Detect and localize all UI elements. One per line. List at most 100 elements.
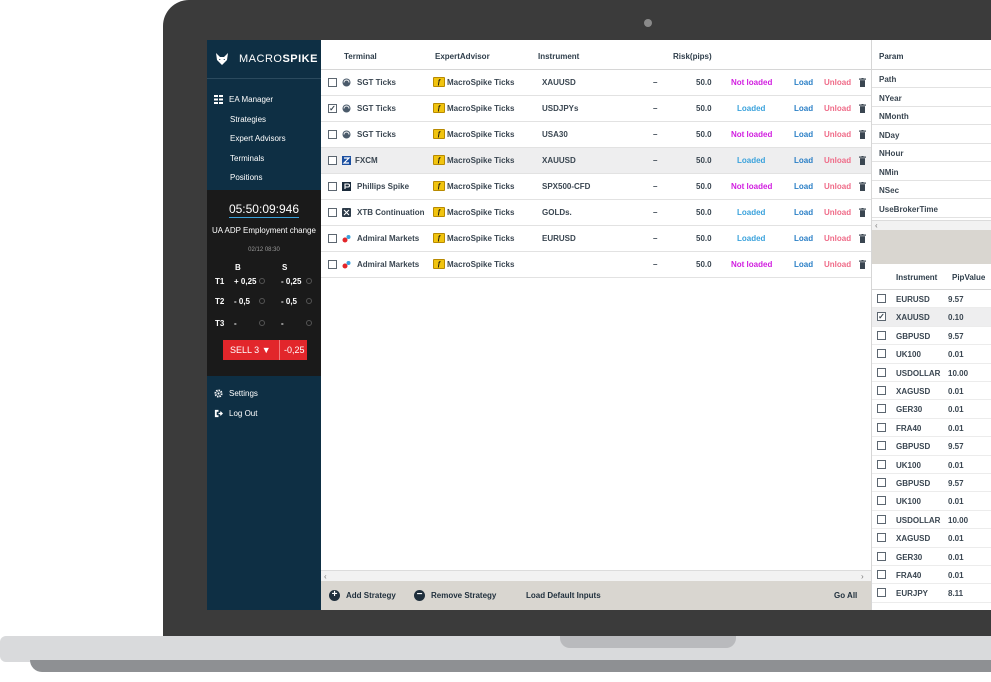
instrument-row: EURJPY 8.11 [872,584,991,603]
event-date: 02/12 08:30 [248,247,280,253]
nav-positions[interactable]: Positions [214,168,286,188]
instrument-name: XAUUSD [542,156,576,165]
terminal-name: SGT Ticks [357,130,396,139]
unload-button[interactable]: Unload [824,234,851,243]
trade-panel: 05:50:09:946 UA ADP Employment change 02… [207,190,321,376]
param-row[interactable]: Path [872,70,991,88]
unload-button[interactable]: Unload [824,104,851,113]
load-default-inputs-button[interactable]: Load Default Inputs [526,591,601,600]
load-button[interactable]: Load [794,78,813,87]
plus-circle-icon[interactable]: + [329,590,340,601]
main-nav: EA Manager Strategies Expert Advisors Te… [214,90,286,188]
radio-sell-t1[interactable] [306,278,312,284]
countdown-clock: 05:50:09:946 [228,202,300,218]
param-row[interactable]: NHour [872,144,991,162]
go-all-button[interactable]: Go All [834,591,857,600]
trash-icon[interactable] [859,104,866,113]
col-terminal: Terminal [344,52,377,61]
trash-icon[interactable] [859,234,866,243]
instrument-checkbox[interactable] [877,386,886,395]
param-row[interactable]: NSec [872,181,991,199]
instrument-checkbox[interactable] [877,349,886,359]
load-button[interactable]: Load [794,234,813,243]
instrument-checkbox[interactable] [877,551,886,561]
nav-ea-manager[interactable]: EA Manager [214,90,286,110]
instrument-checkbox[interactable] [877,496,886,506]
instrument-checkbox[interactable] [877,533,886,543]
remove-strategy-button[interactable]: Remove Strategy [431,591,496,600]
instrument-checkbox[interactable] [877,588,886,598]
load-button[interactable]: Load [794,130,813,139]
instrument-checkbox[interactable] [877,367,886,377]
instrument-checkbox[interactable] [877,570,886,579]
radio-sell-t2[interactable] [306,298,312,304]
instrument-checkbox[interactable]: ✓ [877,312,886,322]
trash-icon[interactable] [859,260,866,269]
load-button[interactable]: Load [794,260,813,269]
param-row[interactable]: UseBrokerTime [872,200,991,218]
param-row[interactable]: NMonth [872,107,991,125]
pip-value: 0.01 [948,405,964,415]
instrument-checkbox[interactable] [877,422,886,432]
nav-settings[interactable]: Settings [214,384,258,404]
strategies-table: Terminal ExpertAdvisor Instrument Risk(p… [321,40,871,610]
sell-button[interactable]: SELL 3 ▼ -0,25 [223,340,307,360]
instrument-checkbox[interactable] [877,514,886,524]
unload-button[interactable]: Unload [824,130,851,139]
row-checkbox[interactable] [328,260,337,269]
add-strategy-button[interactable]: Add Strategy [346,591,396,600]
function-icon: f [433,207,445,217]
row-checkbox[interactable] [328,182,337,191]
radio-buy-t1[interactable] [259,278,265,284]
param-scrollbar[interactable]: ‹ [872,220,991,230]
trash-icon[interactable] [859,78,866,87]
minus-circle-icon[interactable]: − [414,590,425,601]
nav-logout[interactable]: Log Out [214,404,258,424]
risk-value: 50.0 [696,208,712,217]
scroll-right-icon: › [861,572,864,581]
scroll-left-icon: ‹ [875,221,878,230]
instrument-name: UK100 [896,497,921,507]
load-button[interactable]: Load [794,182,813,191]
param-row[interactable]: NDay [872,126,991,144]
row-checkbox[interactable] [328,78,337,87]
pip-value: 0.10 [948,313,964,323]
nav-terminals[interactable]: Terminals [214,149,286,169]
trash-icon[interactable] [859,182,866,191]
unload-button[interactable]: Unload [824,156,851,165]
load-button[interactable]: Load [794,104,813,113]
instrument-checkbox[interactable] [877,441,886,451]
instrument-row: GER30 0.01 [872,548,991,566]
nav-expert-advisors[interactable]: Expert Advisors [214,129,286,149]
unload-button[interactable]: Unload [824,182,851,191]
horizontal-scrollbar[interactable]: ‹ › [321,570,871,581]
radio-sell-t3[interactable] [306,320,312,326]
trash-icon[interactable] [859,156,866,165]
radio-buy-t2[interactable] [259,298,265,304]
row-checkbox[interactable]: ✓ [328,104,337,113]
instrument-row: GBPUSD 9.57 [872,327,991,346]
load-button[interactable]: Load [794,208,813,217]
row-checkbox[interactable] [328,208,337,217]
trash-icon[interactable] [859,130,866,139]
instrument-checkbox[interactable] [877,294,886,303]
table-header: Terminal ExpertAdvisor Instrument Risk(p… [321,40,871,70]
trash-icon[interactable] [859,208,866,217]
unload-button[interactable]: Unload [824,78,851,87]
row-checkbox[interactable] [328,234,337,243]
instrument-checkbox[interactable] [877,459,886,469]
status-label: Not loaded [731,182,773,191]
instrument-checkbox[interactable] [877,478,886,487]
row-checkbox[interactable] [328,130,337,139]
nav-strategies[interactable]: Strategies [214,110,286,130]
row-checkbox[interactable] [328,156,337,165]
radio-buy-t3[interactable] [259,320,265,326]
instrument-checkbox[interactable] [877,330,886,340]
unload-button[interactable]: Unload [824,260,851,269]
unload-button[interactable]: Unload [824,208,851,217]
status-label: Loaded [737,234,766,243]
param-row[interactable]: NYear [872,89,991,107]
instrument-checkbox[interactable] [877,404,886,414]
param-row[interactable]: NMin [872,163,991,181]
load-button[interactable]: Load [794,156,813,165]
